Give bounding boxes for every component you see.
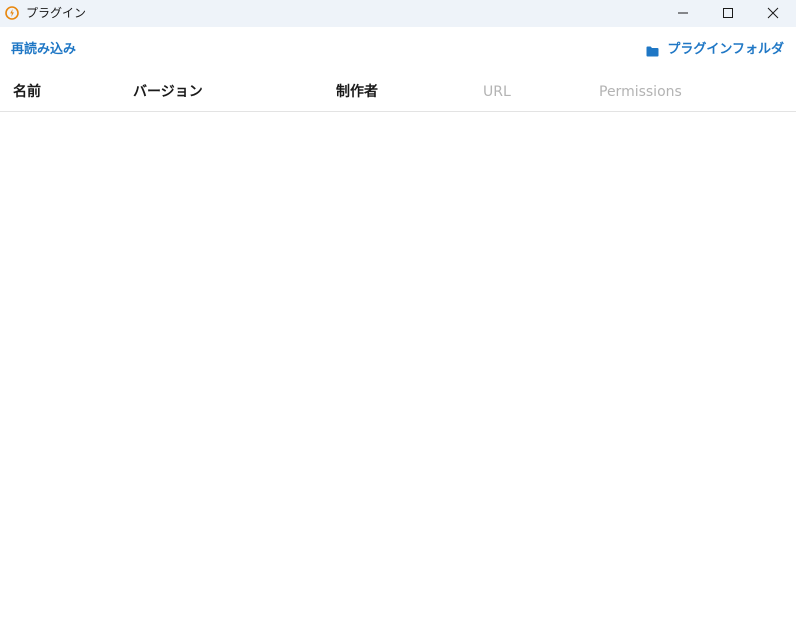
- column-header-name[interactable]: 名前: [13, 83, 41, 101]
- reload-button[interactable]: 再読み込み: [11, 41, 76, 59]
- plugin-app-icon: [5, 5, 19, 20]
- minimize-button[interactable]: [660, 0, 706, 27]
- toolbar: 再読み込み プラグインフォルダ: [0, 27, 796, 73]
- minimize-icon: [677, 4, 689, 23]
- plugins-window: プラグイン 再読み込み プラグインフォルダ 名前 バージョン 制作者 URL P…: [0, 0, 796, 624]
- column-header-url: URL: [483, 84, 511, 100]
- plugin-table-header: 名前 バージョン 制作者 URL Permissions: [0, 73, 796, 112]
- column-header-author[interactable]: 制作者: [336, 83, 378, 101]
- column-header-permissions: Permissions: [599, 84, 682, 100]
- plugin-folder-button[interactable]: プラグインフォルダ: [646, 41, 784, 59]
- plugin-folder-label: プラグインフォルダ: [667, 42, 784, 57]
- close-button[interactable]: [750, 0, 796, 27]
- close-icon: [767, 4, 779, 23]
- title-bar: プラグイン: [0, 0, 796, 27]
- plugin-table-body: [0, 112, 796, 624]
- maximize-button[interactable]: [705, 0, 751, 27]
- folder-icon: [646, 45, 659, 56]
- column-header-version[interactable]: バージョン: [133, 83, 203, 101]
- window-title: プラグイン: [26, 6, 87, 20]
- maximize-icon: [722, 4, 734, 23]
